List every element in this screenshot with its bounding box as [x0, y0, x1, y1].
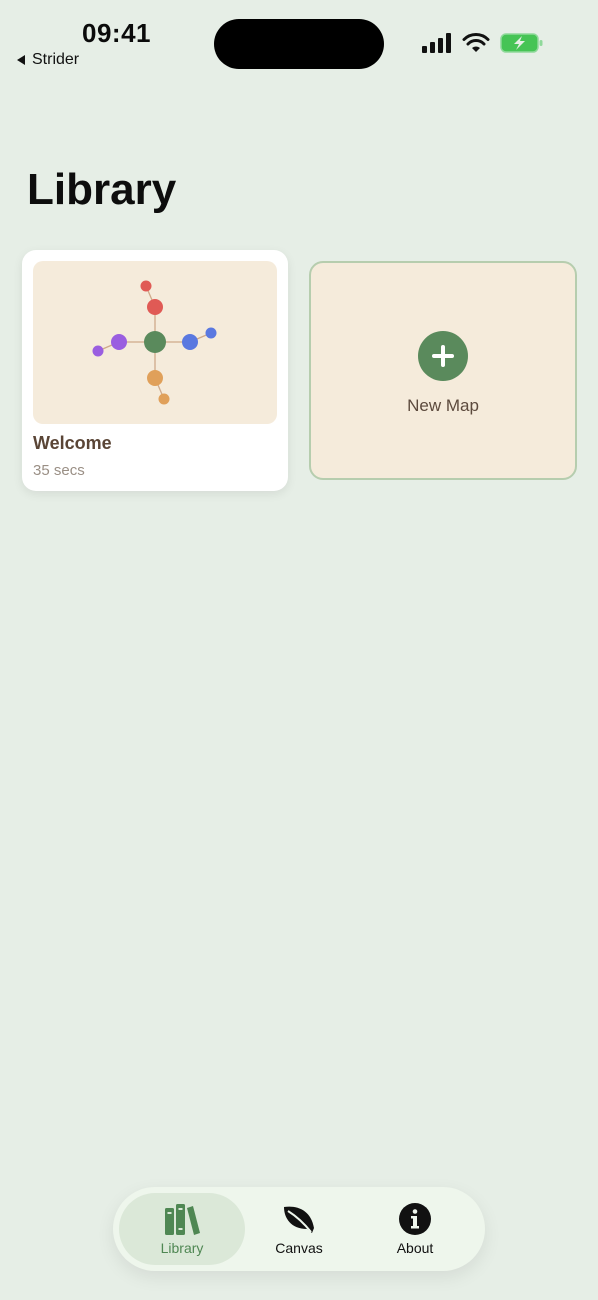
new-map-label: New Map: [407, 396, 479, 415]
tab-about[interactable]: About: [353, 1193, 477, 1265]
add-map-button[interactable]: [418, 331, 468, 381]
node-blue: [182, 334, 198, 350]
books-icon: [165, 1204, 200, 1235]
node-blue-leaf: [205, 327, 217, 339]
new-map-card[interactable]: New Map: [309, 261, 577, 480]
tab-bar: Library Canvas About: [113, 1187, 485, 1271]
tab-library[interactable]: Library: [119, 1193, 245, 1265]
signal-icon: [422, 33, 451, 53]
dynamic-island: [214, 19, 384, 69]
node-purple: [111, 334, 127, 350]
back-to-app-button[interactable]: Strider: [17, 51, 79, 69]
node-red-leaf: [140, 280, 152, 292]
node-center: [144, 331, 166, 353]
back-app-label: Strider: [32, 51, 80, 68]
clock: 09:41: [82, 18, 151, 48]
node-orange-leaf: [158, 393, 170, 405]
page-title: Library: [27, 165, 177, 214]
map-edited-time: 35 secs: [33, 462, 85, 479]
tab-about-label: About: [396, 1240, 434, 1256]
tab-canvas[interactable]: Canvas: [237, 1193, 361, 1265]
status-icons: [422, 32, 544, 54]
node-red: [147, 299, 163, 315]
plus-icon: [432, 345, 454, 367]
status-bar: 09:41 Strider: [0, 0, 598, 90]
tab-library-label: Library: [160, 1240, 204, 1256]
node-purple-leaf: [92, 345, 104, 357]
tab-canvas-label: Canvas: [275, 1240, 323, 1256]
battery-charging-icon: [500, 33, 543, 53]
node-orange: [147, 370, 163, 386]
info-icon: [399, 1203, 431, 1235]
map-name: Welcome: [33, 433, 112, 453]
map-card[interactable]: Welcome 35 secs: [22, 250, 288, 491]
wifi-icon: [462, 33, 490, 52]
map-thumbnail: [33, 261, 277, 424]
back-arrow-icon: [17, 55, 25, 65]
leaf-icon: [284, 1206, 314, 1233]
mind-map-preview: [92, 280, 217, 405]
